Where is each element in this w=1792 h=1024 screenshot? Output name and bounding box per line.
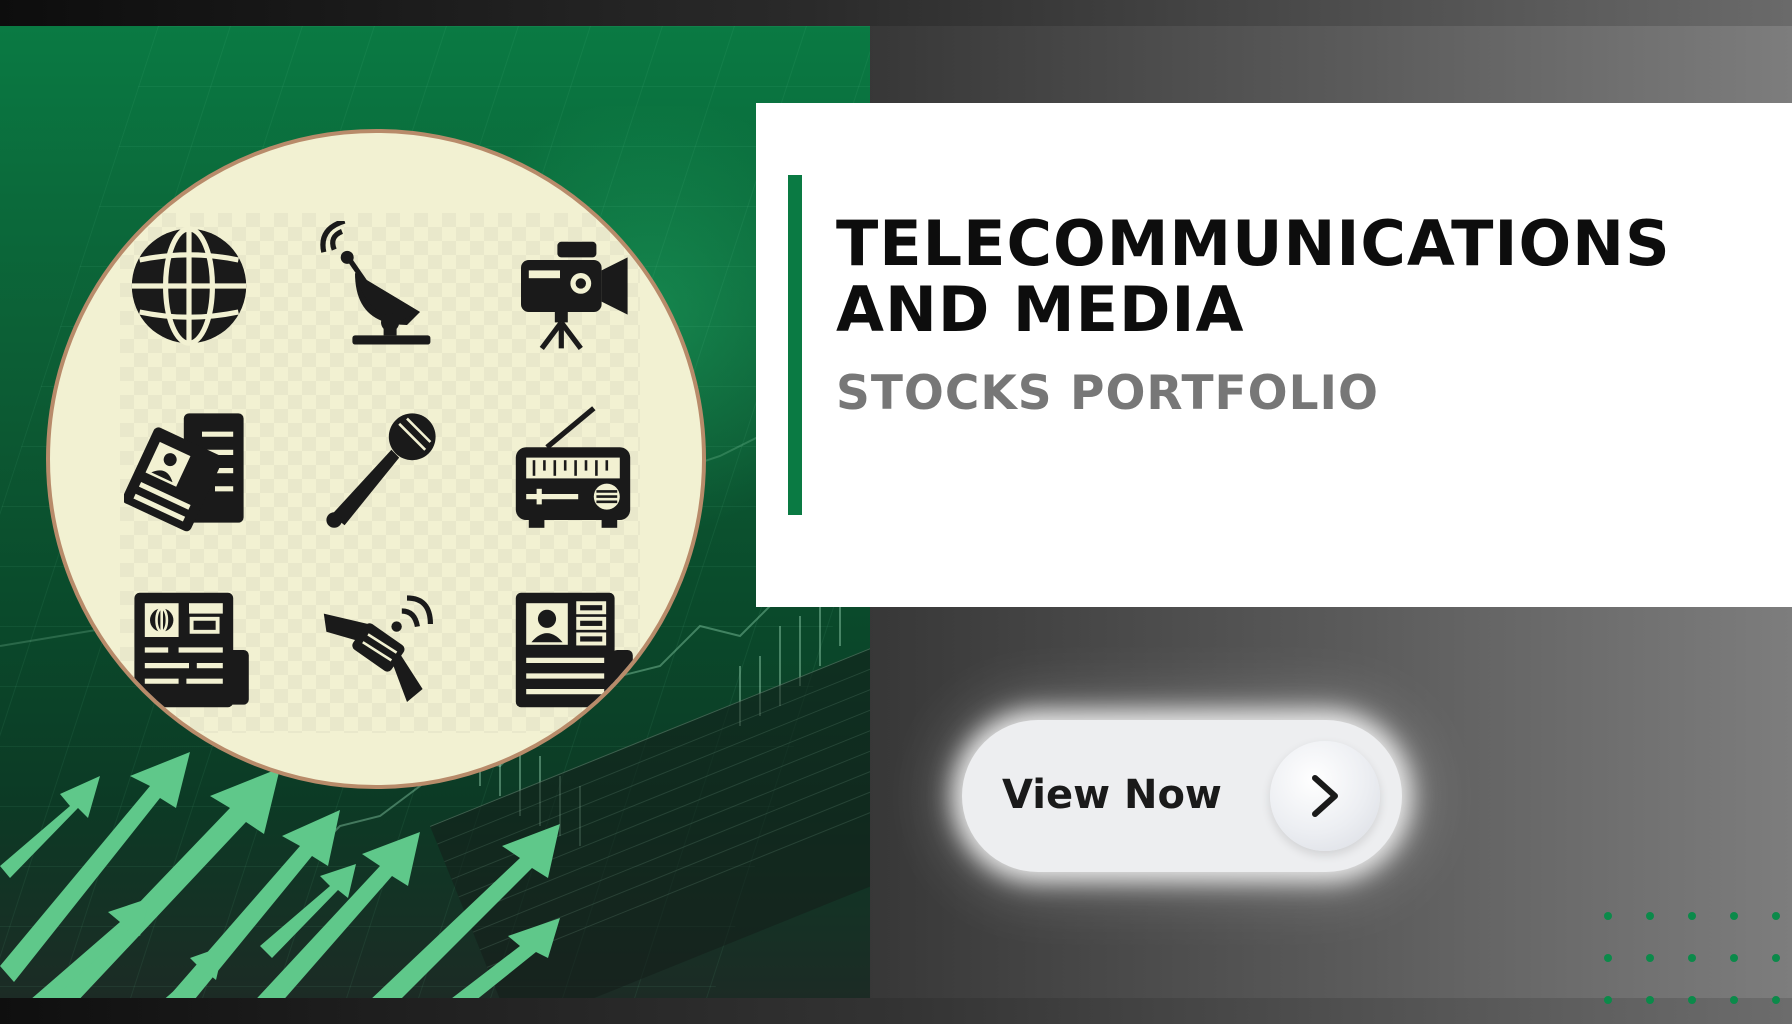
satellite-dish-icon (316, 221, 446, 351)
cta-arrow-knob[interactable] (1270, 741, 1380, 851)
globe-icon (124, 221, 254, 351)
newspaper-icon (124, 403, 254, 533)
video-camera-icon (508, 221, 638, 351)
title-card: TELECOMMUNICATIONS AND MEDIA STOCKS PORT… (756, 103, 1792, 607)
media-icons-badge (46, 129, 706, 789)
page-title: TELECOMMUNICATIONS AND MEDIA (836, 211, 1776, 343)
view-now-button[interactable]: View Now (962, 720, 1402, 872)
microphone-icon (316, 403, 446, 533)
radio-icon (508, 403, 638, 533)
view-now-label: View Now (1002, 772, 1222, 818)
news-page-icon (124, 585, 254, 715)
top-band (0, 0, 1792, 26)
accent-bar (788, 175, 802, 515)
rising-arrows (0, 752, 560, 998)
title-line-2: AND MEDIA (836, 273, 1245, 346)
profile-article-icon (508, 585, 638, 715)
satellite-icon (316, 585, 446, 715)
page-subtitle: STOCKS PORTFOLIO (836, 366, 1379, 421)
chevron-right-icon (1312, 775, 1338, 817)
title-line-1: TELECOMMUNICATIONS (836, 207, 1671, 280)
bottom-band (0, 998, 1792, 1024)
